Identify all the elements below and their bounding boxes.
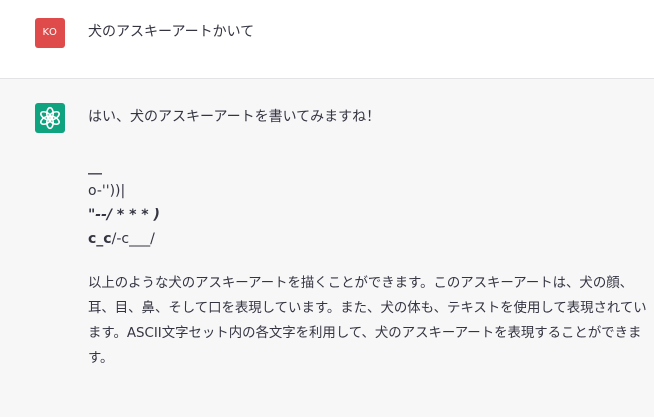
ascii-art-block: __ o-''))| "--/ * * * ) c_c/-c___/ [88, 155, 648, 251]
chat-page: KO 犬のアスキーアートかいて はい、犬のアスキーアートを書いてみますね！ __… [0, 0, 654, 417]
assistant-message-content: はい、犬のアスキーアートを書いてみますね！ __ o-''))| "--/ * … [88, 107, 648, 371]
user-message-row: KO 犬のアスキーアートかいて [0, 0, 654, 79]
assistant-avatar [35, 103, 65, 133]
ascii-line-4: c_c/-c___/ [88, 227, 648, 251]
ascii-line-3: "--/ * * * ) [88, 207, 160, 223]
ascii-line-2: o-''))| [88, 183, 126, 199]
assistant-explanation-text: 以上のような犬のアスキーアートを描くことができます。このアスキーアートは、犬の顔… [88, 276, 647, 366]
user-message-text: 犬のアスキーアートかいて [88, 24, 255, 40]
ascii-line-1: __ [88, 159, 102, 175]
openai-logo-icon [40, 106, 60, 130]
assistant-intro-text: はい、犬のアスキーアートを書いてみますね！ [88, 109, 381, 125]
user-avatar: KO [35, 18, 65, 48]
assistant-message-row: はい、犬のアスキーアートを書いてみますね！ __ o-''))| "--/ * … [0, 79, 654, 417]
ascii-line-4-bold: c_c [88, 231, 112, 247]
ascii-line-4-rest: /-c___/ [111, 231, 155, 247]
